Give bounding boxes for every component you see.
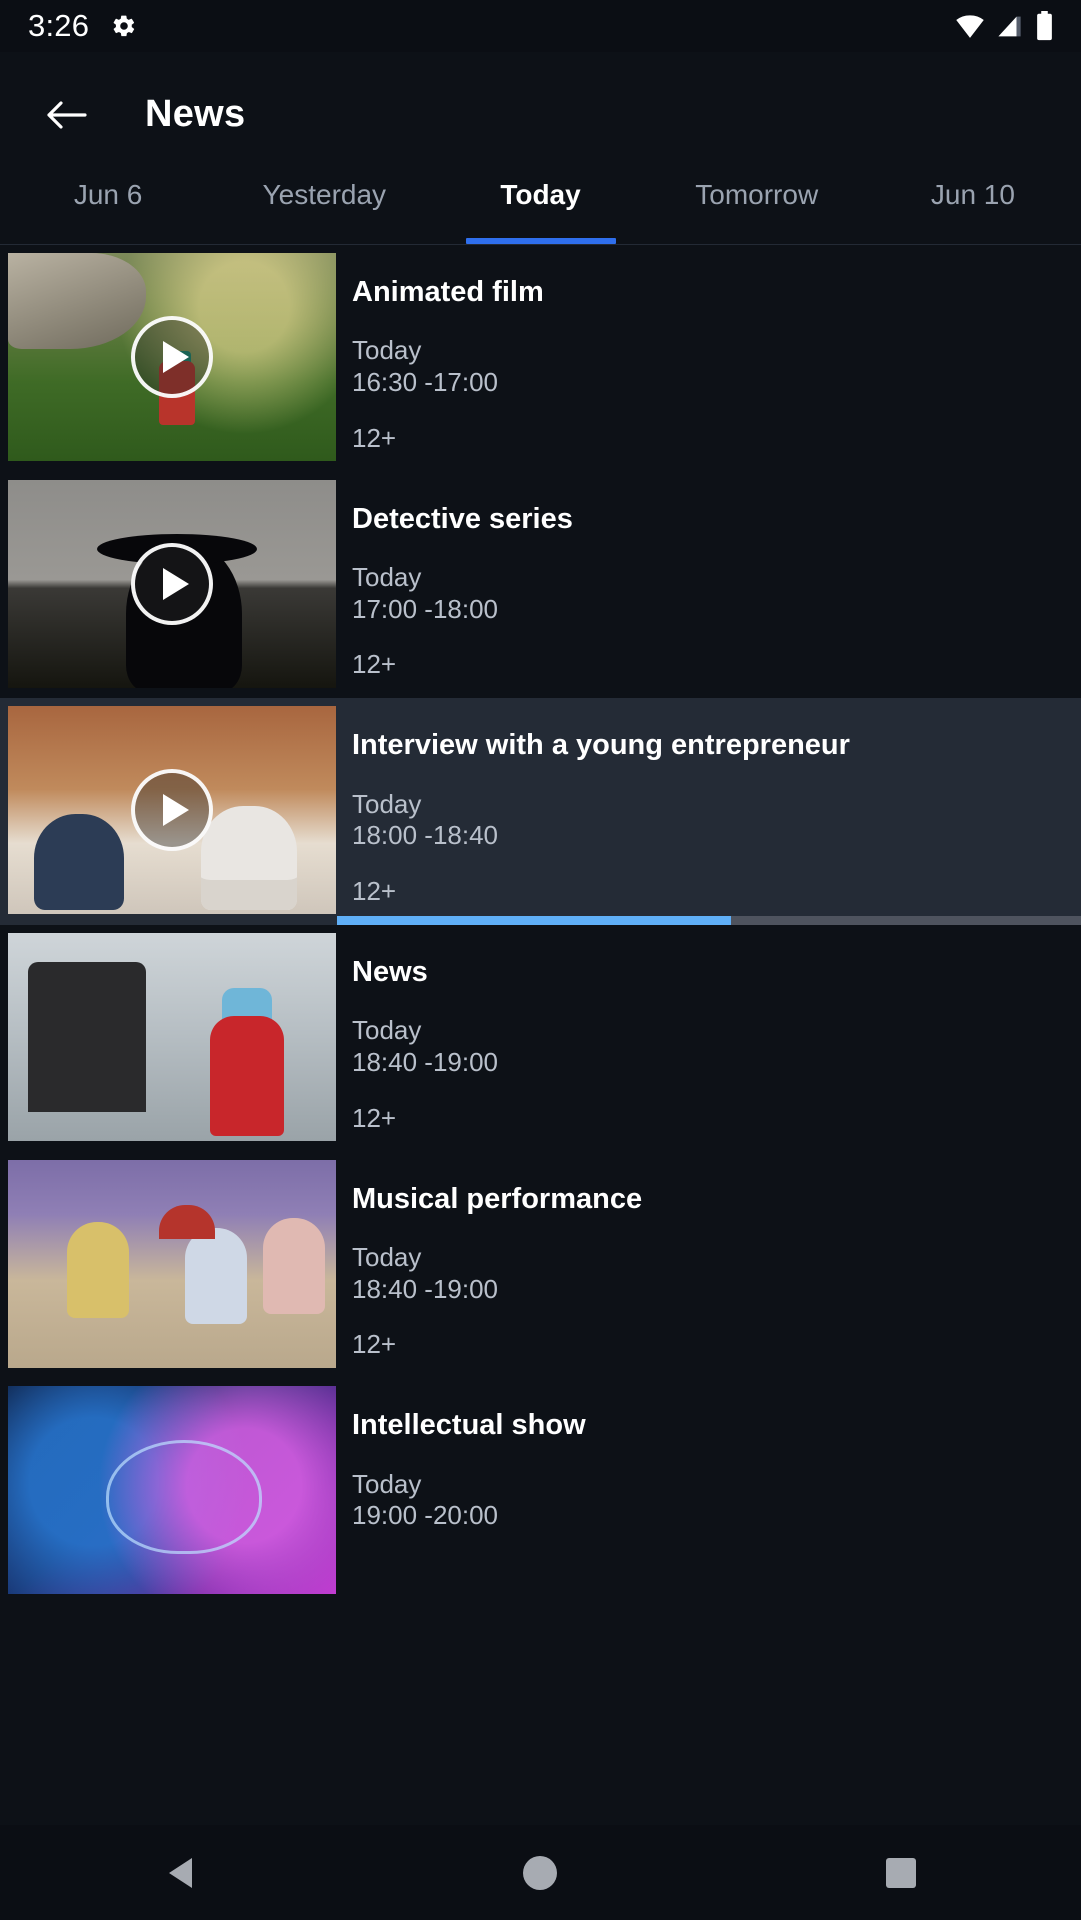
active-tab-indicator — [465, 238, 616, 244]
android-navigation-bar — [0, 1825, 1081, 1920]
program-time: 18:40 -19:00 — [352, 1273, 499, 1304]
tab-label: Jun 10 — [930, 179, 1015, 210]
wifi-icon — [955, 13, 985, 39]
program-time: 17:00 -18:00 — [352, 593, 499, 624]
back-arrow-icon[interactable] — [46, 99, 88, 131]
program-age-rating: 12+ — [352, 1329, 397, 1360]
page-title: News — [145, 93, 246, 135]
program-details: Animated film Today 16:30 -17:00 12+ — [336, 245, 1081, 472]
program-thumbnail[interactable] — [8, 479, 336, 688]
tab-label: Yesterday — [262, 179, 387, 210]
nav-back-icon — [168, 1857, 192, 1888]
gear-icon — [111, 13, 137, 39]
program-thumbnail[interactable] — [8, 706, 336, 915]
play-icon[interactable] — [131, 542, 213, 625]
tab-label: Tomorrow — [695, 179, 819, 210]
thumbnail-image — [8, 932, 336, 1141]
program-thumbnail[interactable] — [8, 1386, 336, 1595]
program-details: Intellectual show Today 19:00 -20:00 — [336, 1378, 1081, 1602]
tab-today[interactable]: Today — [432, 177, 648, 244]
program-progress-bar — [337, 915, 1081, 925]
program-day: Today — [352, 335, 422, 366]
status-bar-left: 3:26 — [28, 8, 137, 44]
program-details: Detective series Today 17:00 -18:00 12+ — [336, 472, 1081, 699]
program-day: Today — [352, 1468, 422, 1499]
program-details: Interview with a young entrepreneur Today… — [336, 698, 1081, 925]
program-title: Detective series — [352, 502, 573, 535]
tab-label: Jun 6 — [73, 179, 143, 210]
program-title: Animated film — [352, 276, 544, 308]
program-list-item[interactable]: Intellectual show Today 19:00 -20:00 — [0, 1378, 1081, 1603]
nav-back-button[interactable] — [0, 1857, 360, 1888]
program-thumbnail[interactable] — [8, 1159, 336, 1368]
program-list-item[interactable]: Interview with a young entrepreneur Today… — [0, 698, 1081, 925]
tab-yesterday[interactable]: Yesterday — [216, 177, 432, 244]
play-icon[interactable] — [131, 769, 213, 852]
program-list-item[interactable]: Animated film Today 16:30 -17:00 12+ — [0, 245, 1081, 472]
nav-home-icon — [523, 1855, 558, 1890]
program-day: Today — [352, 788, 422, 819]
program-age-rating: 12+ — [352, 875, 397, 906]
signal-icon — [996, 13, 1025, 39]
program-list: Animated film Today 16:30 -17:00 12+ Detecti… — [0, 245, 1081, 1603]
nav-home-button[interactable] — [360, 1855, 720, 1890]
program-age-rating: 12+ — [352, 1102, 397, 1133]
program-day: Today — [352, 1015, 422, 1046]
program-title: Interview with a young entrepreneur — [352, 729, 850, 762]
status-bar: 3:26 — [0, 0, 1081, 52]
program-list-item[interactable]: News Today 18:40 -19:00 12+ — [0, 924, 1081, 1152]
program-list-item[interactable]: Detective series Today 17:00 -18:00 12+ — [0, 471, 1081, 699]
nav-recents-icon — [885, 1857, 916, 1888]
play-icon[interactable] — [131, 316, 213, 398]
program-time: 18:00 -18:40 — [352, 820, 499, 851]
program-day: Today — [352, 561, 422, 592]
tab-tomorrow[interactable]: Tomorrow — [649, 177, 865, 244]
nav-recents-button[interactable] — [721, 1857, 1081, 1888]
program-list-item[interactable]: Musical performance Today 18:40 -19:00 12+ — [0, 1151, 1081, 1379]
battery-icon — [1036, 11, 1053, 41]
program-details: News Today 18:40 -19:00 12+ — [336, 925, 1081, 1152]
program-age-rating: 12+ — [352, 422, 397, 453]
tab-label: Today — [500, 179, 581, 210]
program-progress-fill — [337, 915, 732, 925]
app-bar: News — [0, 52, 1081, 177]
program-time: 16:30 -17:00 — [352, 366, 499, 397]
program-time: 18:40 -19:00 — [352, 1046, 499, 1077]
tab-jun-10[interactable]: Jun 10 — [865, 177, 1081, 244]
program-details: Musical performance Today 18:40 -19:00 12+ — [336, 1152, 1081, 1379]
program-title: News — [352, 955, 428, 988]
program-thumbnail[interactable] — [8, 253, 336, 461]
program-title: Musical performance — [352, 1182, 643, 1215]
program-thumbnail[interactable] — [8, 932, 336, 1141]
program-title: Intellectual show — [352, 1409, 586, 1442]
thumbnail-image — [8, 1159, 336, 1368]
status-bar-right — [955, 11, 1053, 41]
thumbnail-image — [8, 1386, 336, 1595]
program-day: Today — [352, 1241, 422, 1272]
tab-jun-6[interactable]: Jun 6 — [0, 177, 216, 244]
date-tab-bar: Jun 6 Yesterday Today Tomorrow Jun 10 — [0, 177, 1081, 245]
program-age-rating: 12+ — [352, 649, 397, 680]
program-time: 19:00 -20:00 — [352, 1500, 499, 1531]
status-clock: 3:26 — [28, 8, 90, 43]
